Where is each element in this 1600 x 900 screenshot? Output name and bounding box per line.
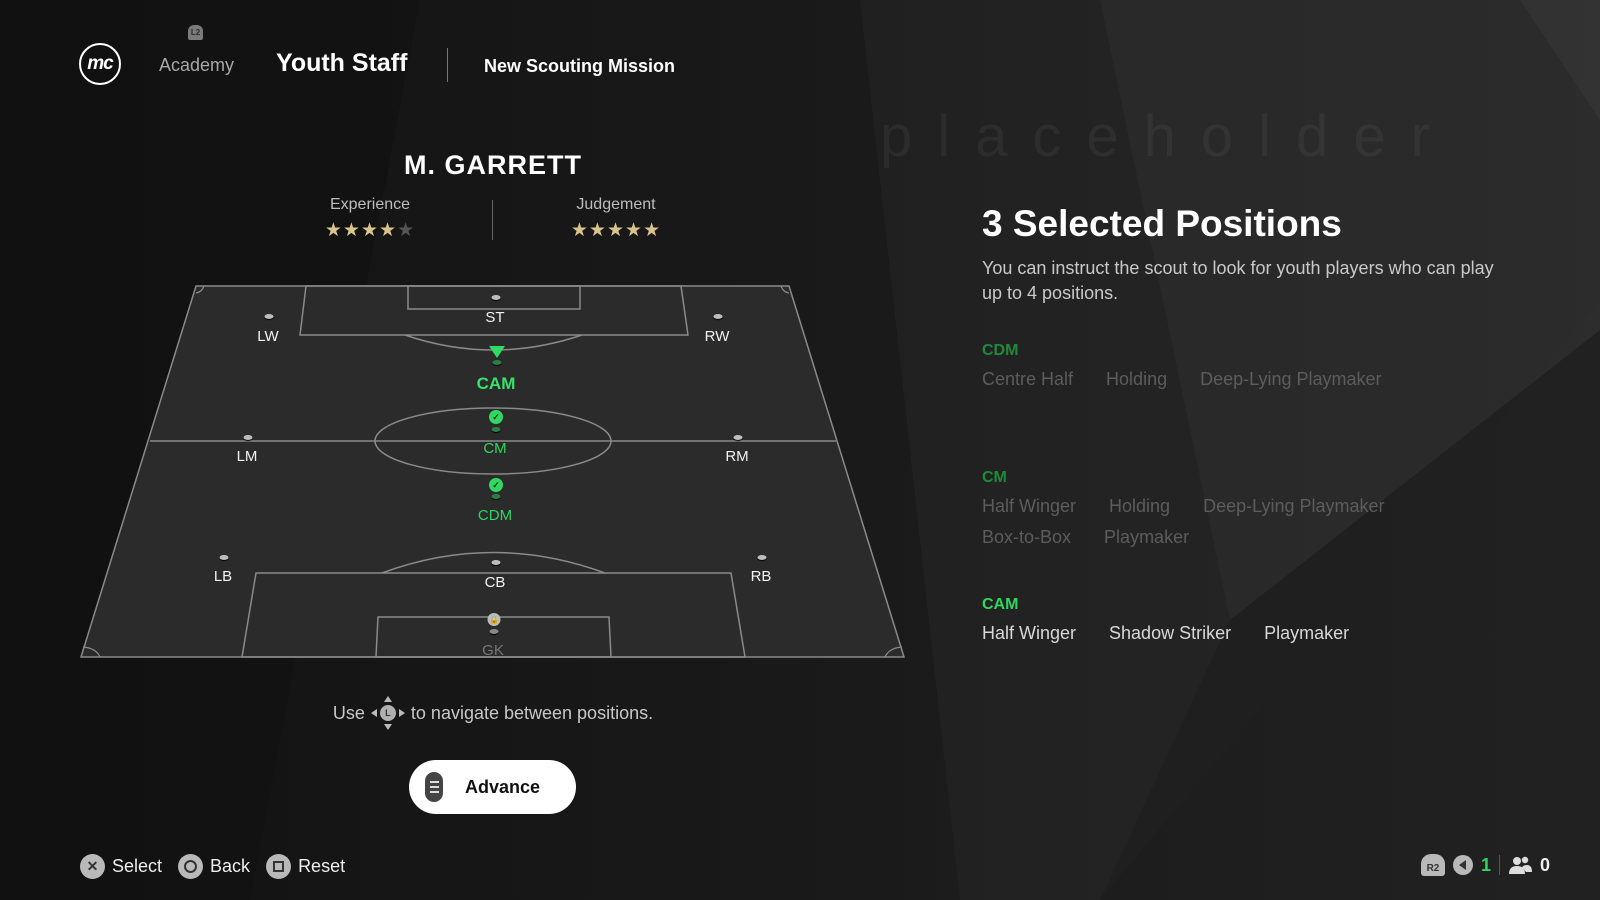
- speaker-icon: [1452, 855, 1473, 875]
- position-st[interactable]: ST: [485, 309, 504, 326]
- role-item: Playmaker: [1104, 527, 1190, 547]
- circle-button-icon: [178, 854, 204, 879]
- pitch-surface: [79, 285, 906, 658]
- position-group-cm: CM Half Winger Holding Deep-Lying Playmake…: [982, 469, 1452, 548]
- role-item: Playmaker: [1264, 623, 1350, 643]
- reset-button[interactable]: Reset: [266, 854, 345, 879]
- cross-button-icon: ✕: [80, 854, 105, 879]
- hint-text-after: to navigate between positions.: [410, 702, 654, 723]
- position-cam[interactable]: CAM: [477, 374, 516, 394]
- users-icon: [1508, 856, 1532, 874]
- position-marker[interactable]: [757, 555, 767, 560]
- position-marker[interactable]: [491, 295, 501, 300]
- left-stick-icon: L: [370, 696, 405, 730]
- position-marker: [489, 629, 499, 634]
- check-icon: ✓: [489, 478, 503, 492]
- role-item: Half Winger: [982, 496, 1077, 516]
- selection-cursor-icon: [489, 346, 505, 358]
- role-item: Shadow Striker: [1109, 623, 1232, 643]
- role-item: Holding: [1106, 369, 1168, 389]
- position-lm[interactable]: LM: [237, 448, 258, 465]
- footer-actions: ✕ Select Back Reset: [80, 854, 345, 879]
- position-group-cam: CAM Half Winger Shadow Striker Playmaker: [982, 596, 1349, 644]
- voice-count: 1: [1480, 854, 1491, 875]
- role-list: Half Winger Shadow Striker Playmaker: [982, 623, 1349, 644]
- status-bar: R2 1 0: [1420, 854, 1550, 876]
- position-marker[interactable]: [491, 560, 501, 565]
- position-rw[interactable]: RW: [705, 328, 730, 345]
- position-group-cdm: CDM Centre Half Holding Deep-Lying Playmak…: [982, 342, 1382, 390]
- navigation-hint: Use L to navigate between positions.: [0, 696, 986, 730]
- position-gk: GK: [482, 642, 504, 659]
- position-marker[interactable]: [243, 435, 253, 440]
- lock-icon: 🔒: [487, 613, 501, 626]
- position-cm[interactable]: CM: [483, 440, 506, 457]
- position-marker[interactable]: [713, 314, 723, 319]
- select-button[interactable]: ✕ Select: [80, 854, 162, 879]
- position-lb[interactable]: LB: [214, 568, 232, 585]
- role-item: Holding: [1109, 496, 1171, 516]
- role-item: Box-to-Box: [982, 527, 1072, 547]
- position-marker[interactable]: [219, 555, 229, 560]
- party-count: 0: [1539, 854, 1550, 875]
- role-list: Half Winger Holding Deep-Lying Playmaker Bo…: [982, 496, 1452, 548]
- options-button-icon: [425, 772, 443, 802]
- position-cdm[interactable]: CDM: [478, 507, 512, 524]
- position-marker[interactable]: [492, 360, 502, 365]
- back-button[interactable]: Back: [178, 854, 250, 879]
- role-item: Deep-Lying Playmaker: [1203, 496, 1385, 516]
- role-item: Deep-Lying Playmaker: [1200, 369, 1382, 389]
- position-marker[interactable]: [264, 314, 274, 319]
- role-list: Centre Half Holding Deep-Lying Playmaker: [982, 369, 1382, 390]
- position-marker[interactable]: [491, 494, 501, 499]
- advance-label: Advance: [465, 776, 541, 797]
- status-divider: [1498, 855, 1500, 875]
- position-cb[interactable]: CB: [485, 574, 506, 591]
- position-marker[interactable]: [733, 435, 743, 440]
- position-rb[interactable]: RB: [751, 568, 772, 585]
- position-lw[interactable]: LW: [257, 328, 278, 345]
- role-item: Centre Half: [982, 369, 1074, 389]
- position-rm[interactable]: RM: [725, 448, 748, 465]
- square-button-icon: [266, 854, 292, 879]
- group-position: CM: [982, 469, 1007, 486]
- advance-button[interactable]: Advance: [409, 760, 576, 814]
- group-position: CAM: [982, 596, 1019, 613]
- group-position: CDM: [982, 342, 1019, 359]
- selected-positions-title: 3 Selected Positions: [982, 203, 1342, 244]
- position-marker[interactable]: [491, 427, 501, 432]
- selected-positions-description: You can instruct the scout to look for y…: [982, 258, 1494, 303]
- role-item: Half Winger: [982, 623, 1077, 643]
- r2-button-icon: R2: [1420, 854, 1445, 876]
- check-icon: ✓: [489, 410, 503, 424]
- screen: mc L2 Academy Youth Staff New Scouting M…: [0, 0, 1600, 900]
- hint-text-before: Use: [332, 702, 365, 723]
